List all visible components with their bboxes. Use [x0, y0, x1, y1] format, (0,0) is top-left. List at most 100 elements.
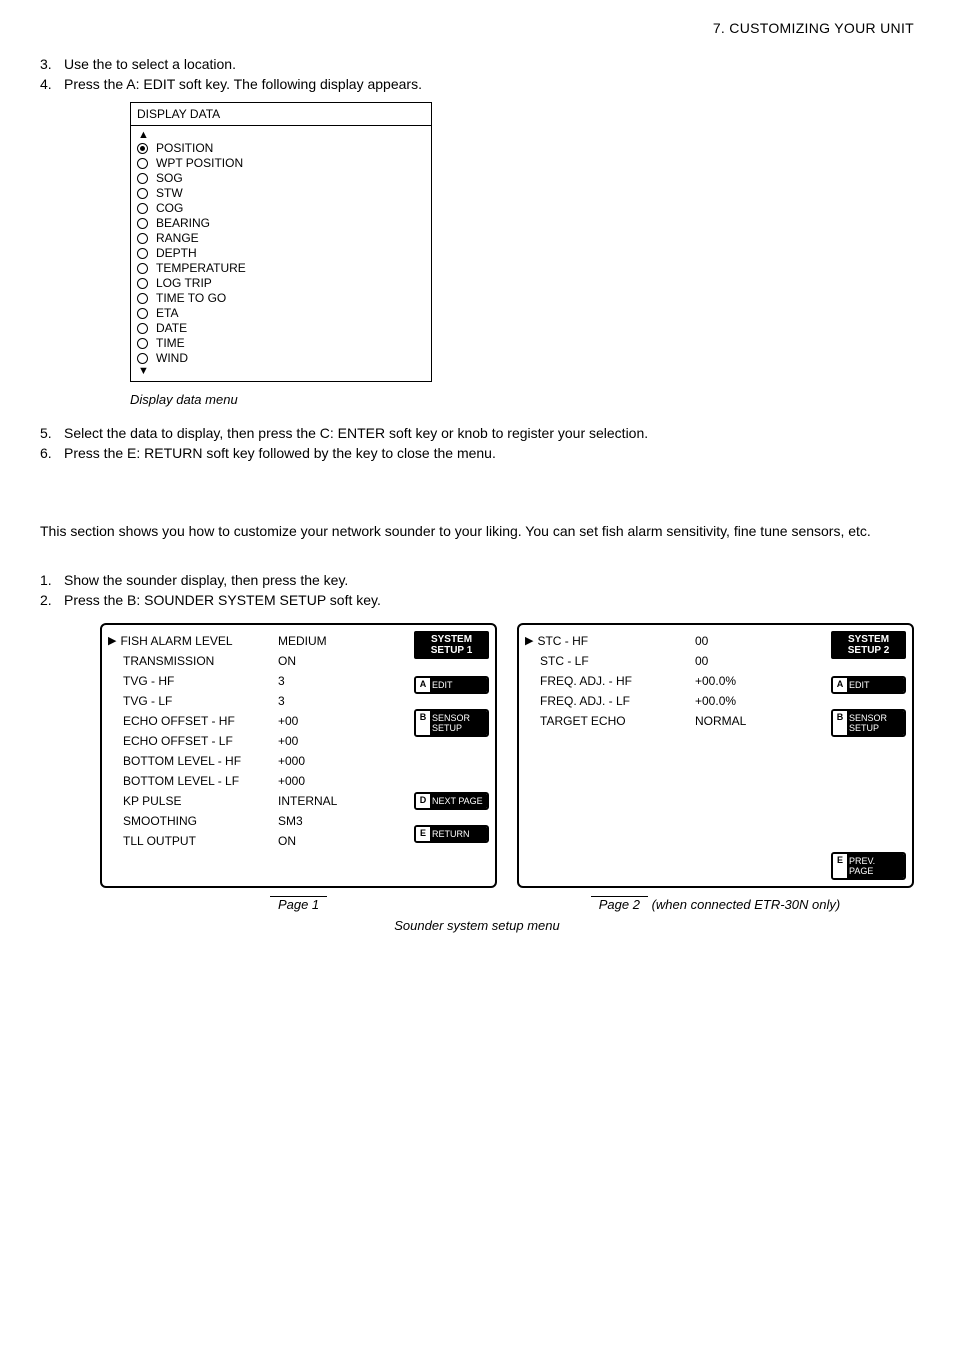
menu-row-label: ECHO OFFSET - LF [108, 731, 278, 751]
scroll-up-arrow-icon: ▲ [138, 130, 425, 141]
radio-label: TIME [156, 336, 185, 351]
softkey-e[interactable]: ERETURN [414, 825, 489, 843]
softkey-letter: D [416, 794, 430, 808]
menu2-side: SYSTEM SETUP 2 AEDITBSENSOR SETUPEPREV. … [831, 631, 906, 880]
step-1: 1. Show the sounder display, then press … [40, 572, 914, 588]
menu-row-label: ▶STC - HF [525, 631, 695, 651]
step-group-a: 3. Use the to select a location. 4. Pres… [40, 56, 914, 92]
radio-icon [137, 173, 148, 184]
radio-option: LOG TRIP [137, 276, 425, 291]
menu-row-value: +00 [278, 731, 378, 751]
radio-label: TIME TO GO [156, 291, 226, 306]
system-label: SYSTEM [431, 634, 472, 645]
menu-row-value: +00.0% [695, 691, 795, 711]
radio-icon [137, 308, 148, 319]
radio-label: POSITION [156, 141, 213, 156]
radio-label: WIND [156, 351, 188, 366]
softkey-letter: A [416, 678, 430, 692]
menu-row-label: FREQ. ADJ. - LF [525, 691, 695, 711]
step-group-b: 5. Select the data to display, then pres… [40, 425, 914, 461]
radio-label: STW [156, 186, 183, 201]
softkey-d[interactable]: DNEXT PAGE [414, 792, 489, 810]
softkey-letter: E [416, 827, 430, 841]
radio-icon [137, 203, 148, 214]
system-setup-2-panel: ▶STC - HF00STC - LF00FREQ. ADJ. - HF+00.… [517, 623, 914, 888]
softkey-text: SENSOR SETUP [847, 711, 904, 735]
radio-option: RANGE [137, 231, 425, 246]
page2-label: Page 2 [591, 896, 648, 912]
menu-row-value: +00 [278, 711, 378, 731]
radio-option: DATE [137, 321, 425, 336]
menu-row: KP PULSEINTERNAL [108, 791, 410, 811]
menu-row-label: SMOOTHING [108, 811, 278, 831]
menu-row-value: 00 [695, 631, 795, 651]
menu-row: TVG - LF3 [108, 691, 410, 711]
softkey-a[interactable]: AEDIT [414, 676, 489, 694]
menu-row-label: BOTTOM LEVEL - LF [108, 771, 278, 791]
radio-option: TIME TO GO [137, 291, 425, 306]
radio-label: DATE [156, 321, 187, 336]
menu-row-value: ON [278, 651, 378, 671]
radio-icon [137, 218, 148, 229]
scroll-down-arrow-icon: ▼ [138, 366, 425, 377]
radio-option: COG [137, 201, 425, 216]
softkey-letter: B [416, 711, 430, 735]
softkey-text: NEXT PAGE [430, 794, 487, 808]
menu-row-value: +00.0% [695, 671, 795, 691]
softkey-a[interactable]: AEDIT [831, 676, 906, 694]
step-text: Select the data to display, then press t… [64, 425, 914, 441]
softkey-text: EDIT [847, 678, 904, 692]
menu-row: TLL OUTPUTON [108, 831, 410, 851]
softkey-letter: A [833, 678, 847, 692]
menu-row-label: TARGET ECHO [525, 711, 695, 731]
menu2-list: ▶STC - HF00STC - LF00FREQ. ADJ. - HF+00.… [525, 631, 827, 880]
softkey-letter: B [833, 711, 847, 735]
menu-row: FREQ. ADJ. - HF+00.0% [525, 671, 827, 691]
display-data-title: DISPLAY DATA [131, 103, 431, 126]
radio-icon [137, 338, 148, 349]
softkey-e[interactable]: EPREV. PAGE [831, 852, 906, 880]
radio-icon [137, 263, 148, 274]
step-text: Use the to select a location. [64, 56, 914, 72]
radio-option: ETA [137, 306, 425, 321]
menu1-list: ▶FISH ALARM LEVELMEDIUMTRANSMISSIONONTVG… [108, 631, 410, 851]
menu-row-label: TRANSMISSION [108, 651, 278, 671]
step-text: Press the E: RETURN soft key followed by… [64, 445, 914, 461]
step-text: Show the sounder display, then press the… [64, 572, 914, 588]
menu-row-value: +000 [278, 751, 378, 771]
menu-row-label: TVG - LF [108, 691, 278, 711]
display-data-box: DISPLAY DATA ▲ POSITIONWPT POSITIONSOGST… [130, 102, 432, 382]
section-header: 7. CUSTOMIZING YOUR UNIT [40, 20, 914, 36]
step-6: 6. Press the E: RETURN soft key followed… [40, 445, 914, 461]
step-number: 4. [40, 76, 64, 92]
radio-icon [137, 353, 148, 364]
radio-icon [137, 293, 148, 304]
radio-label: ETA [156, 306, 178, 321]
menu-row-value: 00 [695, 651, 795, 671]
radio-label: LOG TRIP [156, 276, 212, 291]
figure-caption-2: Sounder system setup menu [40, 918, 914, 933]
pages-caption-row: Page 1 Page 2 (when connected ETR-30N on… [100, 896, 914, 912]
radio-icon [137, 188, 148, 199]
menu-row: SMOOTHINGSM3 [108, 811, 410, 831]
radio-label: DEPTH [156, 246, 197, 261]
softkey-text: EDIT [430, 678, 487, 692]
step-number: 1. [40, 572, 64, 588]
menu-row-value: +000 [278, 771, 378, 791]
menu-row: ▶FISH ALARM LEVELMEDIUM [108, 631, 410, 651]
step-5: 5. Select the data to display, then pres… [40, 425, 914, 441]
step-group-c: 1. Show the sounder display, then press … [40, 572, 914, 608]
menu-row-value: INTERNAL [278, 791, 378, 811]
softkey-text: RETURN [430, 827, 487, 841]
menu-row-label: BOTTOM LEVEL - HF [108, 751, 278, 771]
softkey-letter: E [833, 854, 847, 878]
softkey-b[interactable]: BSENSOR SETUP [414, 709, 489, 737]
radio-icon [137, 233, 148, 244]
step-number: 2. [40, 592, 64, 608]
radio-label: SOG [156, 171, 183, 186]
radio-option: WPT POSITION [137, 156, 425, 171]
step-number: 6. [40, 445, 64, 461]
softkey-b[interactable]: BSENSOR SETUP [831, 709, 906, 737]
step-4: 4. Press the A: EDIT soft key. The follo… [40, 76, 914, 92]
menu-row: TARGET ECHONORMAL [525, 711, 827, 731]
